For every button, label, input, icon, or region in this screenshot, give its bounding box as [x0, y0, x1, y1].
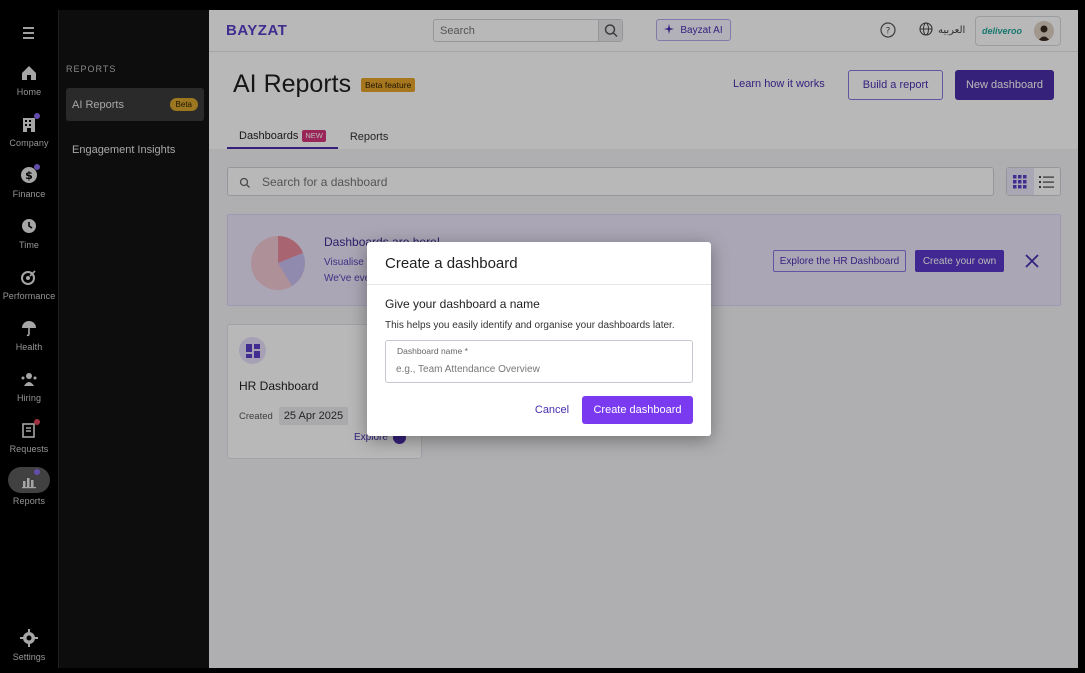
- modal-divider: [367, 284, 711, 285]
- create-dashboard-button[interactable]: Create dashboard: [582, 396, 693, 424]
- modal-title: Create a dashboard: [385, 255, 518, 272]
- cancel-button[interactable]: Cancel: [527, 396, 577, 424]
- dashboard-name-field: Dashboard name *: [385, 340, 693, 383]
- field-label: Dashboard name *: [397, 346, 468, 356]
- dashboard-name-input[interactable]: [396, 360, 682, 378]
- modal-help-text: This helps you easily identify and organ…: [385, 320, 675, 331]
- create-dashboard-modal: Create a dashboard Give your dashboard a…: [367, 242, 711, 436]
- modal-subtitle: Give your dashboard a name: [385, 297, 540, 311]
